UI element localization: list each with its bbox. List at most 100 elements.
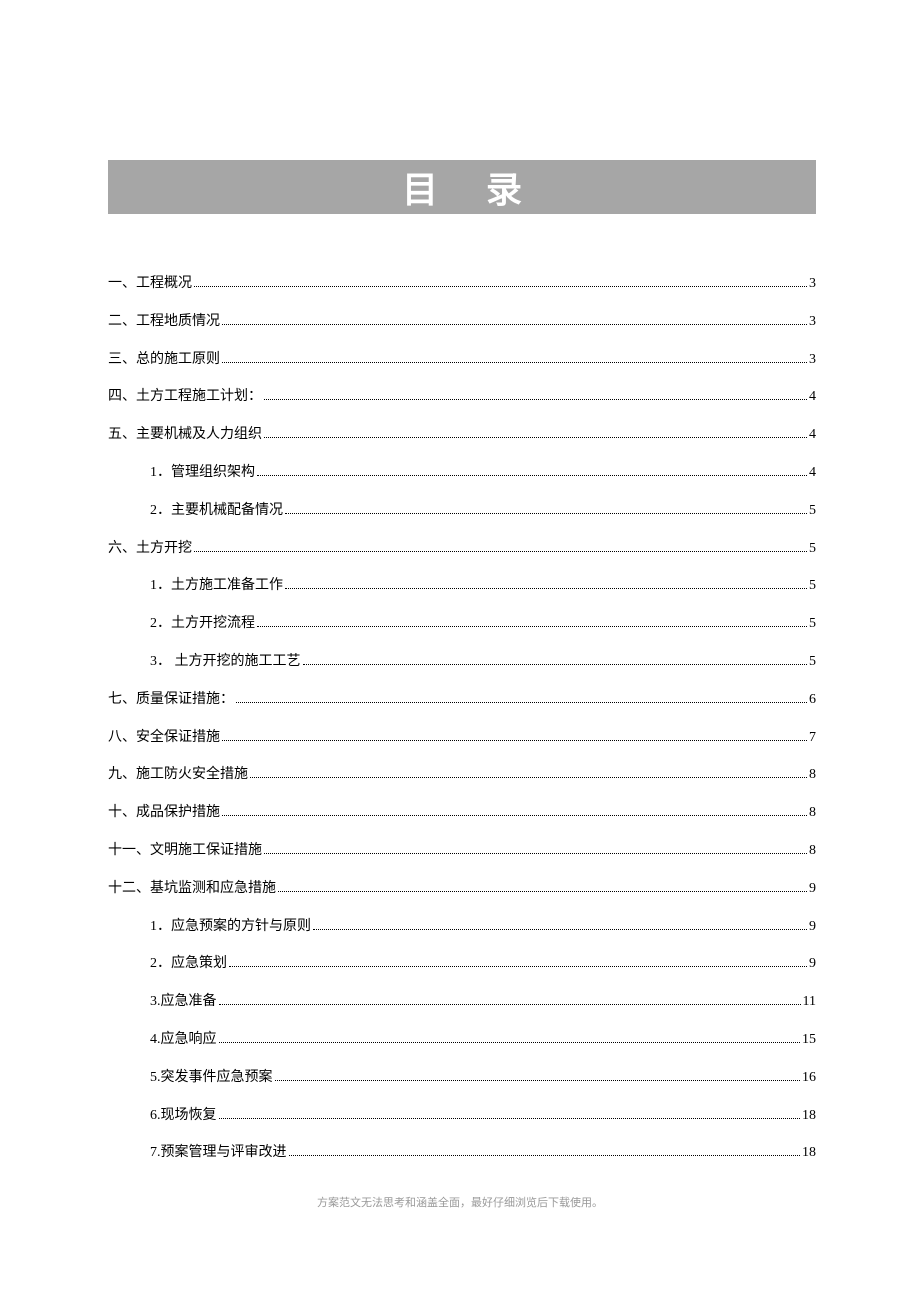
toc-leader-dots — [257, 475, 807, 476]
toc-label: 7.预案管理与评审改进 — [150, 1145, 287, 1162]
toc-label: 四、土方工程施工计划： — [108, 389, 262, 406]
toc-leader-dots — [257, 626, 807, 627]
toc-label: 2．土方开挖流程 — [150, 616, 255, 633]
toc-page-number: 6 — [809, 692, 816, 709]
toc-page-number: 18 — [802, 1108, 816, 1125]
toc-leader-dots — [222, 362, 807, 363]
toc-page-number: 9 — [809, 881, 816, 898]
toc-page-number: 4 — [809, 389, 816, 406]
toc-leader-dots — [264, 399, 807, 400]
toc-leader-dots — [264, 853, 807, 854]
toc-leader-dots — [194, 286, 807, 287]
toc-label: 十、成品保护措施 — [108, 805, 220, 822]
toc-label: 5.突发事件应急预案 — [150, 1070, 273, 1087]
toc-leader-dots — [264, 437, 807, 438]
toc-page-number: 16 — [802, 1070, 816, 1087]
toc-label: 4.应急响应 — [150, 1032, 217, 1049]
toc-label: 3． 土方开挖的施工工艺 — [150, 654, 301, 671]
toc-page-number: 9 — [809, 919, 816, 936]
toc-entry[interactable]: 7.预案管理与评审改进 18 — [108, 1145, 816, 1162]
title-bar: 目录 — [108, 160, 816, 214]
toc-page-number: 7 — [809, 730, 816, 747]
toc-label: 2．主要机械配备情况 — [150, 503, 283, 520]
toc-page-number: 8 — [809, 767, 816, 784]
toc-entry[interactable]: 四、土方工程施工计划： 4 — [108, 389, 816, 406]
toc-leader-dots — [194, 551, 807, 552]
toc-leader-dots — [222, 815, 807, 816]
toc-leader-dots — [303, 664, 808, 665]
toc-page-number: 18 — [802, 1145, 816, 1162]
toc-entry[interactable]: 1．应急预案的方针与原则 9 — [108, 919, 816, 936]
toc-label: 八、安全保证措施 — [108, 730, 220, 747]
toc-label: 一、工程概况 — [108, 276, 192, 293]
toc-entry[interactable]: 三、总的施工原则 3 — [108, 352, 816, 369]
toc-entry[interactable]: 六、土方开挖 5 — [108, 541, 816, 558]
toc-entry[interactable]: 九、施工防火安全措施 8 — [108, 767, 816, 784]
toc-label: 三、总的施工原则 — [108, 352, 220, 369]
toc-entry[interactable]: 五、主要机械及人力组织 4 — [108, 427, 816, 444]
toc-page-number: 15 — [802, 1032, 816, 1049]
toc-entry[interactable]: 2．主要机械配备情况 5 — [108, 503, 816, 520]
toc-label: 九、施工防火安全措施 — [108, 767, 248, 784]
toc-label: 十一、文明施工保证措施 — [108, 843, 262, 860]
footer-note: 方案范文无法思考和涵盖全面，最好仔细浏览后下载使用。 — [0, 1194, 920, 1210]
toc-label: 6.现场恢复 — [150, 1108, 217, 1125]
toc-page-number: 5 — [809, 503, 816, 520]
toc-leader-dots — [219, 1118, 801, 1119]
toc-leader-dots — [278, 891, 807, 892]
page-title: 目录 — [402, 161, 570, 213]
toc-page-number: 3 — [809, 352, 816, 369]
toc-label: 十二、基坑监测和应急措施 — [108, 881, 276, 898]
toc-entry[interactable]: 十二、基坑监测和应急措施 9 — [108, 881, 816, 898]
toc-page-number: 5 — [809, 578, 816, 595]
toc-entry[interactable]: 一、工程概况 3 — [108, 276, 816, 293]
toc-entry[interactable]: 4.应急响应 15 — [108, 1032, 816, 1049]
toc-leader-dots — [289, 1155, 801, 1156]
toc-entry[interactable]: 1．土方施工准备工作 5 — [108, 578, 816, 595]
toc-page-number: 8 — [809, 805, 816, 822]
toc-leader-dots — [219, 1004, 801, 1005]
toc-page-number: 11 — [803, 994, 816, 1011]
toc-entry[interactable]: 十一、文明施工保证措施 8 — [108, 843, 816, 860]
toc-label: 六、土方开挖 — [108, 541, 192, 558]
toc-label: 1．应急预案的方针与原则 — [150, 919, 311, 936]
toc-page-number: 5 — [809, 616, 816, 633]
toc-label: 3.应急准备 — [150, 994, 217, 1011]
toc-entry[interactable]: 七、质量保证措施： 6 — [108, 692, 816, 709]
toc-page-number: 5 — [809, 541, 816, 558]
toc-entry[interactable]: 1．管理组织架构 4 — [108, 465, 816, 482]
toc-entry[interactable]: 3． 土方开挖的施工工艺 5 — [108, 654, 816, 671]
toc-leader-dots — [285, 588, 807, 589]
toc-leader-dots — [250, 777, 807, 778]
toc-label: 二、工程地质情况 — [108, 314, 220, 331]
toc-page-number: 9 — [809, 956, 816, 973]
toc-entry[interactable]: 2．应急策划 9 — [108, 956, 816, 973]
toc-leader-dots — [236, 702, 807, 703]
document-page: 目录 一、工程概况 3 二、工程地质情况 3 三、总的施工原则 3 四、土方工程施工计划： 4… — [0, 0, 920, 1162]
toc-label: 2．应急策划 — [150, 956, 227, 973]
table-of-contents: 一、工程概况3二、工程地质情况3三、总的施工原则3四、土方工程施工计划：4五、主… — [108, 276, 816, 1162]
toc-leader-dots — [313, 929, 807, 930]
toc-page-number: 3 — [809, 276, 816, 293]
toc-entry[interactable]: 八、安全保证措施 7 — [108, 730, 816, 747]
toc-entry[interactable]: 二、工程地质情况 3 — [108, 314, 816, 331]
toc-label: 1．管理组织架构 — [150, 465, 255, 482]
toc-entry[interactable]: 2．土方开挖流程 5 — [108, 616, 816, 633]
toc-entry[interactable]: 十、成品保护措施 8 — [108, 805, 816, 822]
toc-leader-dots — [275, 1080, 801, 1081]
toc-leader-dots — [229, 966, 807, 967]
toc-label: 七、质量保证措施： — [108, 692, 234, 709]
toc-label: 五、主要机械及人力组织 — [108, 427, 262, 444]
toc-entry[interactable]: 5.突发事件应急预案 16 — [108, 1070, 816, 1087]
toc-page-number: 4 — [809, 465, 816, 482]
toc-page-number: 4 — [809, 427, 816, 444]
toc-label: 1．土方施工准备工作 — [150, 578, 283, 595]
toc-leader-dots — [219, 1042, 801, 1043]
toc-page-number: 3 — [809, 314, 816, 331]
toc-entry[interactable]: 6.现场恢复 18 — [108, 1108, 816, 1125]
toc-entry[interactable]: 3.应急准备 11 — [108, 994, 816, 1011]
toc-leader-dots — [222, 740, 807, 741]
toc-page-number: 8 — [809, 843, 816, 860]
toc-page-number: 5 — [809, 654, 816, 671]
toc-leader-dots — [285, 513, 807, 514]
